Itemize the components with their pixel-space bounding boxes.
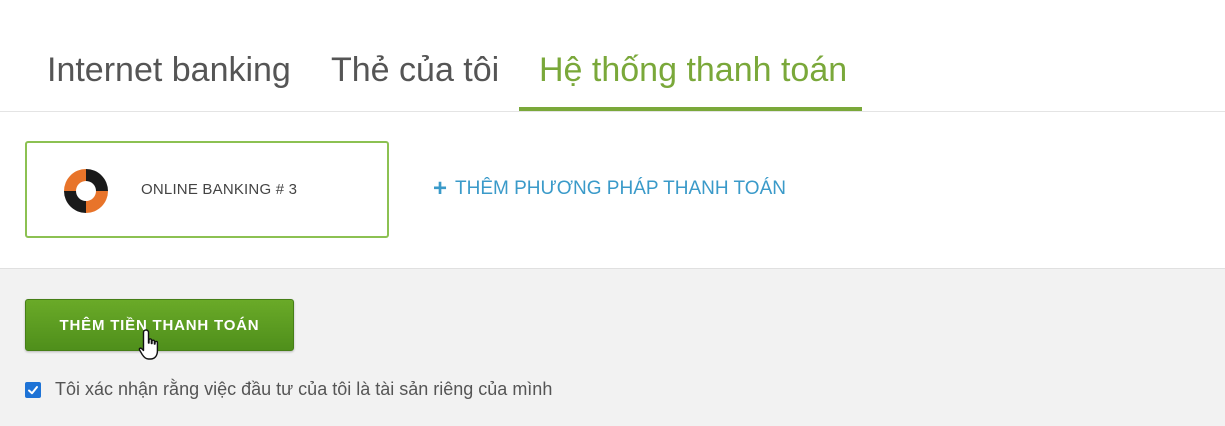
tab-internet-banking[interactable]: Internet banking xyxy=(47,50,291,90)
payment-method-card[interactable]: ONLINE BANKING # 3 xyxy=(25,141,389,238)
payment-method-label: ONLINE BANKING # 3 xyxy=(141,181,298,198)
add-payment-method-link[interactable]: + THÊM PHƯƠNG PHÁP THANH TOÁN xyxy=(433,175,786,202)
ownership-confirmation-label: Tôi xác nhận rằng việc đầu tư của tôi là… xyxy=(55,379,553,399)
active-tab-indicator xyxy=(519,107,862,111)
payment-page: Internet banking Thẻ của tôi Hệ thống th… xyxy=(0,0,1225,426)
ownership-confirmation: Tôi xác nhận rằng việc đầu tư của tôi là… xyxy=(25,379,552,400)
tab-my-cards[interactable]: Thẻ của tôi xyxy=(331,50,499,90)
add-payment-method-label: THÊM PHƯƠNG PHÁP THANH TOÁN xyxy=(455,178,786,199)
checkmark-icon xyxy=(28,385,38,394)
tab-payment-systems[interactable]: Hệ thống thanh toán xyxy=(539,50,847,90)
ownership-checkbox[interactable] xyxy=(25,381,41,398)
swirl-logo-icon xyxy=(62,167,110,215)
tab-bar: Internet banking Thẻ của tôi Hệ thống th… xyxy=(0,0,1225,112)
hand-pointer-cursor-icon xyxy=(138,329,159,360)
plus-icon: + xyxy=(433,175,448,202)
action-section: THÊM TIỀN THANH TOÁN Tôi xác nhận rằng v… xyxy=(0,268,1225,426)
